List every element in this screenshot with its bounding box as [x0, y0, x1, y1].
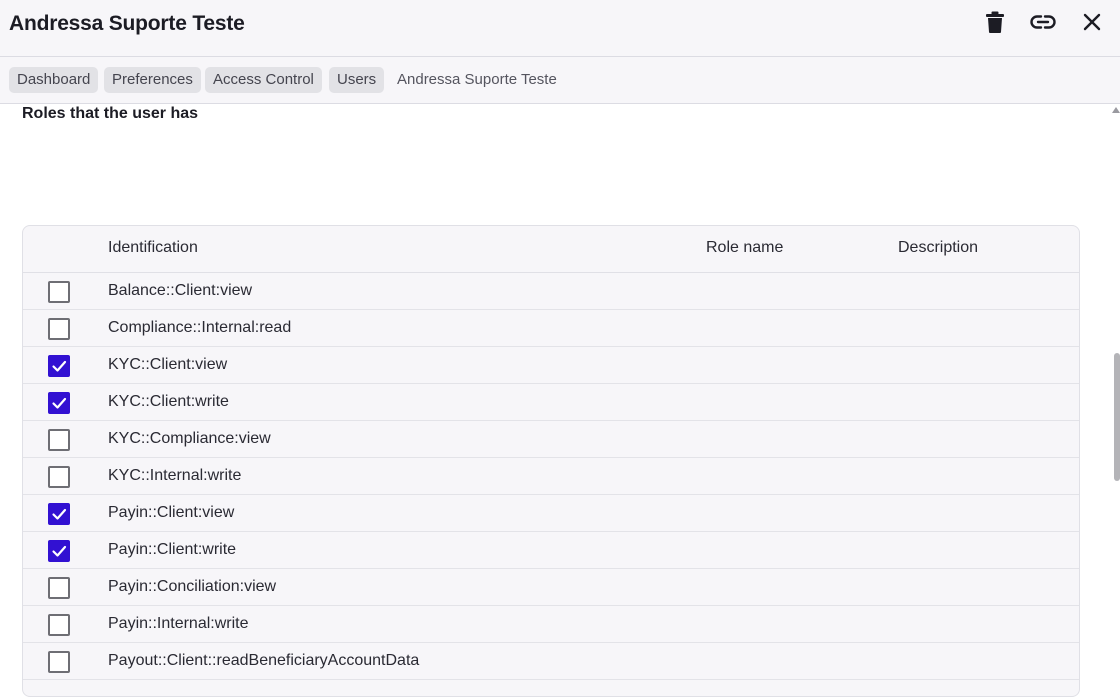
- row-checkbox[interactable]: [48, 392, 70, 414]
- table-row[interactable]: Payin::Conciliation:view: [23, 569, 1079, 606]
- page-title: Andressa Suporte Teste: [9, 12, 245, 35]
- table-row[interactable]: KYC::Client:view: [23, 347, 1079, 384]
- table-row[interactable]: Payin::Internal:write: [23, 606, 1079, 643]
- row-checkbox[interactable]: [48, 318, 70, 340]
- breadcrumb-users[interactable]: Users: [329, 67, 385, 93]
- link-icon: [1030, 14, 1056, 34]
- row-checkbox[interactable]: [48, 651, 70, 673]
- table-row[interactable]: Balance::Client:view: [23, 273, 1079, 310]
- trash-icon: [986, 11, 1004, 38]
- breadcrumb-access-control[interactable]: Access Control: [205, 67, 322, 93]
- cell-identification: Payin::Client:view: [108, 504, 235, 521]
- table-row[interactable]: Payout::Client::readBeneficiaryAccountDa…: [23, 643, 1079, 680]
- table-row[interactable]: Compliance::Internal:read: [23, 310, 1079, 347]
- column-header-description[interactable]: Description: [898, 239, 978, 257]
- table-row[interactable]: Payin::Client:write: [23, 532, 1079, 569]
- cell-identification: KYC::Compliance:view: [108, 430, 271, 447]
- section-title: Roles that the user has: [22, 105, 199, 122]
- scroll-up-arrow-icon[interactable]: [1112, 107, 1120, 113]
- cell-identification: KYC::Client:write: [108, 393, 229, 410]
- checkmark-icon: [52, 508, 67, 520]
- cell-identification: Compliance::Internal:read: [108, 319, 292, 336]
- column-header-identification[interactable]: Identification: [108, 239, 198, 257]
- table-row[interactable]: KYC::Client:write: [23, 384, 1079, 421]
- row-checkbox[interactable]: [48, 503, 70, 525]
- table-header: Identification Role name Description: [23, 226, 1079, 273]
- cell-identification: Payin::Internal:write: [108, 615, 249, 632]
- close-button[interactable]: [1078, 10, 1106, 38]
- table-row[interactable]: Payin::Client:view: [23, 495, 1079, 532]
- copy-link-button[interactable]: [1029, 10, 1057, 38]
- column-header-role-name[interactable]: Role name: [706, 239, 783, 257]
- breadcrumb-current: Andressa Suporte Teste: [397, 71, 557, 88]
- row-checkbox[interactable]: [48, 614, 70, 636]
- scrollbar-thumb[interactable]: [1114, 353, 1120, 481]
- cell-identification: Balance::Client:view: [108, 282, 253, 299]
- delete-button[interactable]: [981, 10, 1009, 38]
- table-row[interactable]: KYC::Compliance:view: [23, 421, 1079, 458]
- row-checkbox[interactable]: [48, 466, 70, 488]
- top-bar: Andressa Suporte Teste: [0, 0, 1120, 57]
- breadcrumb: Dashboard Preferences Access Control Use…: [0, 57, 1120, 104]
- cell-identification: Payin::Conciliation:view: [108, 578, 277, 595]
- table-row[interactable]: KYC::Internal:write: [23, 458, 1079, 495]
- cell-identification: Payin::Client:write: [108, 541, 237, 558]
- cell-identification: Payout::Client::readBeneficiaryAccountDa…: [108, 652, 420, 669]
- breadcrumb-preferences[interactable]: Preferences: [104, 67, 201, 93]
- row-checkbox[interactable]: [48, 429, 70, 451]
- checkmark-icon: [52, 397, 67, 409]
- row-checkbox[interactable]: [48, 540, 70, 562]
- checkmark-icon: [52, 545, 67, 557]
- cell-identification: KYC::Internal:write: [108, 467, 242, 484]
- roles-table: Identification Role name Description Bal…: [22, 225, 1080, 697]
- row-checkbox[interactable]: [48, 577, 70, 599]
- breadcrumb-dashboard[interactable]: Dashboard: [9, 67, 99, 93]
- cell-identification: KYC::Client:view: [108, 356, 228, 373]
- row-checkbox[interactable]: [48, 281, 70, 303]
- row-checkbox[interactable]: [48, 355, 70, 377]
- checkmark-icon: [52, 360, 67, 372]
- close-icon: [1083, 13, 1101, 36]
